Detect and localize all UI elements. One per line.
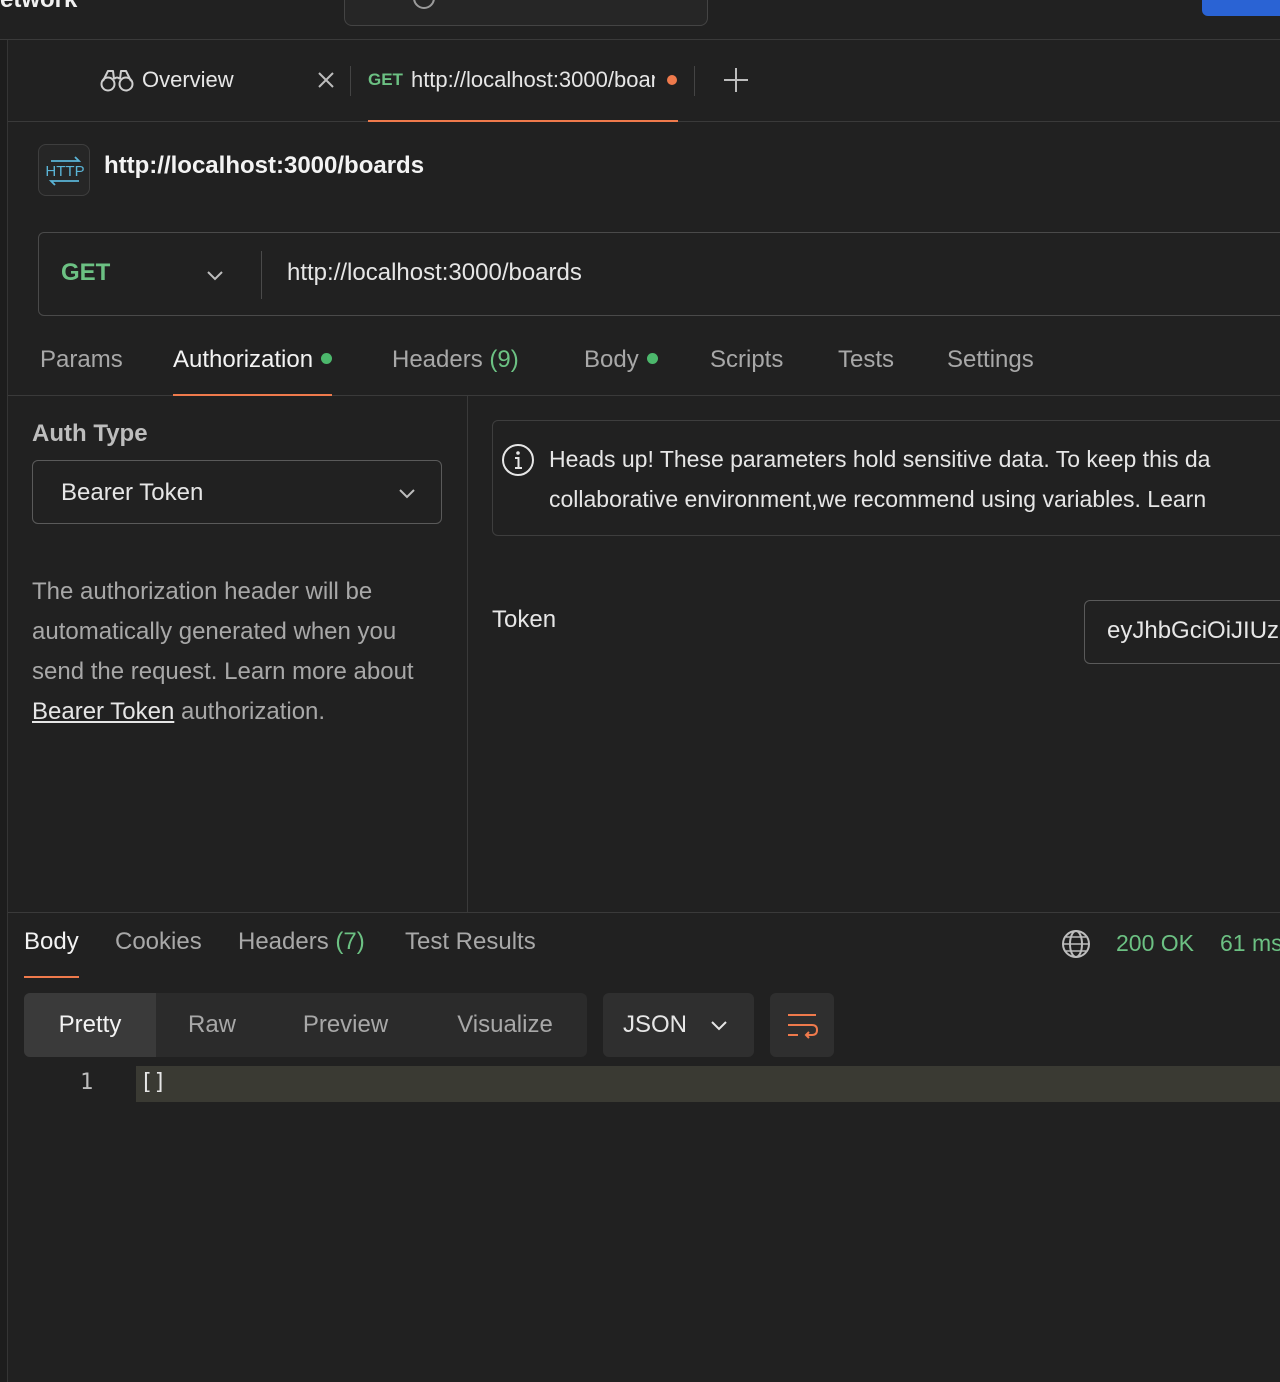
request-tabs: Params Authorization Headers (9) Body Sc… <box>8 330 1280 396</box>
wrap-lines-button[interactable] <box>770 993 834 1057</box>
tab-authorization[interactable]: Authorization <box>173 346 333 396</box>
tab-request-method: GET <box>368 70 403 89</box>
format-value: JSON <box>623 1011 688 1038</box>
auth-help-text-2: authorization. <box>174 698 326 725</box>
token-input[interactable]: eyJhbGciOiJIUzI1 <box>1084 600 1280 664</box>
code-text[interactable]: [] <box>140 1070 167 1095</box>
status-badge[interactable]: 200 OK <box>1116 930 1194 957</box>
auth-type-select[interactable]: Bearer Token <box>32 460 442 524</box>
tab-body[interactable]: Body <box>584 346 658 396</box>
tab-overview-label: Overview <box>142 67 234 92</box>
method-select[interactable]: GET <box>61 259 110 287</box>
view-mode-raw[interactable]: Raw <box>156 993 268 1057</box>
view-mode-visualize[interactable]: Visualize <box>423 993 587 1057</box>
view-mode-selector: Pretty Raw Preview Visualize <box>24 993 587 1057</box>
line-number: 1 <box>80 1070 94 1095</box>
chevron-down-icon <box>397 483 417 503</box>
auth-help-text-1: The authorization header will be automat… <box>32 578 414 685</box>
response-headers-count: (7) <box>335 928 365 955</box>
tab-params[interactable]: Params <box>40 346 123 396</box>
binoculars-icon <box>100 67 134 93</box>
tab-body-label: Body <box>584 346 639 373</box>
top-bar: etwork <box>0 0 1280 40</box>
wrap-lines-icon <box>770 993 834 1057</box>
auth-type-label: Auth Type <box>32 420 148 447</box>
tab-tests[interactable]: Tests <box>838 346 894 396</box>
token-value: eyJhbGciOiJIUzI1 <box>1107 617 1280 644</box>
close-icon[interactable] <box>314 68 338 92</box>
tab-authorization-label: Authorization <box>173 346 314 373</box>
token-label: Token <box>492 606 557 633</box>
code-line-highlight <box>136 1066 1280 1102</box>
tab-request[interactable]: GET http://localhost:3000/boards <box>368 40 678 122</box>
tab-headers[interactable]: Headers (9) <box>392 346 519 396</box>
chevron-down-icon[interactable] <box>205 265 225 285</box>
auth-type-value: Bearer Token <box>61 479 204 506</box>
status-dot <box>321 353 333 365</box>
url-bar: GET http://localhost:3000/boards <box>38 232 1280 316</box>
sensitive-data-notice: Heads up! These parameters hold sensitiv… <box>492 420 1280 536</box>
globe-icon[interactable] <box>1060 928 1092 960</box>
response-tab-body[interactable]: Body <box>24 928 79 978</box>
request-title[interactable]: http://localhost:3000/boards <box>104 152 424 180</box>
search-icon <box>413 0 435 9</box>
notice-text: Heads up! These parameters hold sensitiv… <box>549 439 1280 519</box>
view-mode-pretty[interactable]: Pretty <box>24 993 156 1057</box>
auth-help-text: The authorization header will be automat… <box>32 572 452 732</box>
format-select[interactable]: JSON <box>603 993 754 1057</box>
tab-headers-label: Headers <box>392 346 483 373</box>
info-icon <box>501 443 535 477</box>
tab-settings[interactable]: Settings <box>947 346 1034 396</box>
tab-divider <box>694 66 695 96</box>
new-tab-plus-icon[interactable] <box>722 66 750 94</box>
search-input[interactable] <box>344 0 708 26</box>
response-time[interactable]: 61 ms <box>1220 930 1280 957</box>
url-input[interactable]: http://localhost:3000/boards <box>287 259 582 287</box>
tab-request-url: http://localhost:3000/boards <box>410 67 655 92</box>
tab-overview[interactable]: Overview <box>100 40 348 120</box>
view-mode-preview[interactable]: Preview <box>268 993 423 1057</box>
notice-line-1: Heads up! These parameters hold sensitiv… <box>549 446 1211 472</box>
response-tab-headers[interactable]: Headers (7) <box>238 928 365 978</box>
chevron-down-icon <box>709 1015 729 1035</box>
url-divider <box>261 251 262 299</box>
http-icon: HTTP <box>38 144 90 196</box>
app-title: etwork <box>0 0 77 14</box>
response-tab-cookies[interactable]: Cookies <box>115 928 202 978</box>
unsaved-dot <box>666 75 677 85</box>
response-tab-test-results[interactable]: Test Results <box>405 928 536 978</box>
tab-scripts[interactable]: Scripts <box>710 346 783 396</box>
status-dot <box>646 353 658 365</box>
notice-line-2: collaborative environment,we recommend u… <box>549 486 1207 512</box>
headers-count: (9) <box>489 346 519 373</box>
tab-divider <box>350 66 351 96</box>
primary-button[interactable] <box>1202 0 1280 16</box>
svg-text:HTTP: HTTP <box>45 163 84 180</box>
bearer-token-link[interactable]: Bearer Token <box>32 698 174 725</box>
response-tab-headers-label: Headers <box>238 928 329 955</box>
left-rail <box>0 40 8 1382</box>
